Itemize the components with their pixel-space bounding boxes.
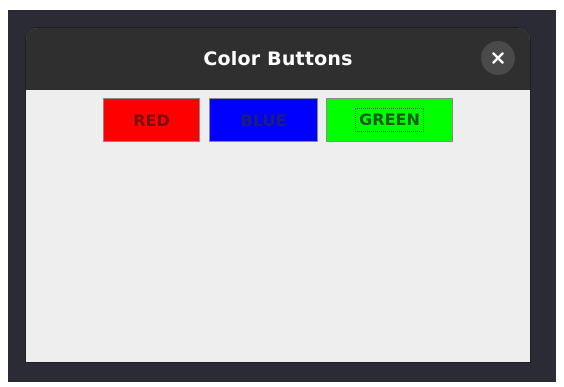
window-title: Color Buttons — [203, 48, 353, 70]
green-button-label: GREEN — [355, 108, 424, 132]
app-window: Color Buttons RED BLUE GREEN — [26, 28, 530, 362]
blue-button[interactable]: BLUE — [209, 98, 318, 142]
red-button-label: RED — [133, 110, 170, 130]
content-area: RED BLUE GREEN — [26, 90, 530, 362]
green-button[interactable]: GREEN — [326, 98, 453, 142]
close-button[interactable] — [481, 41, 515, 75]
title-bar: Color Buttons — [26, 28, 530, 90]
close-icon — [492, 52, 504, 64]
red-button[interactable]: RED — [103, 98, 200, 142]
blue-button-label: BLUE — [240, 110, 287, 130]
